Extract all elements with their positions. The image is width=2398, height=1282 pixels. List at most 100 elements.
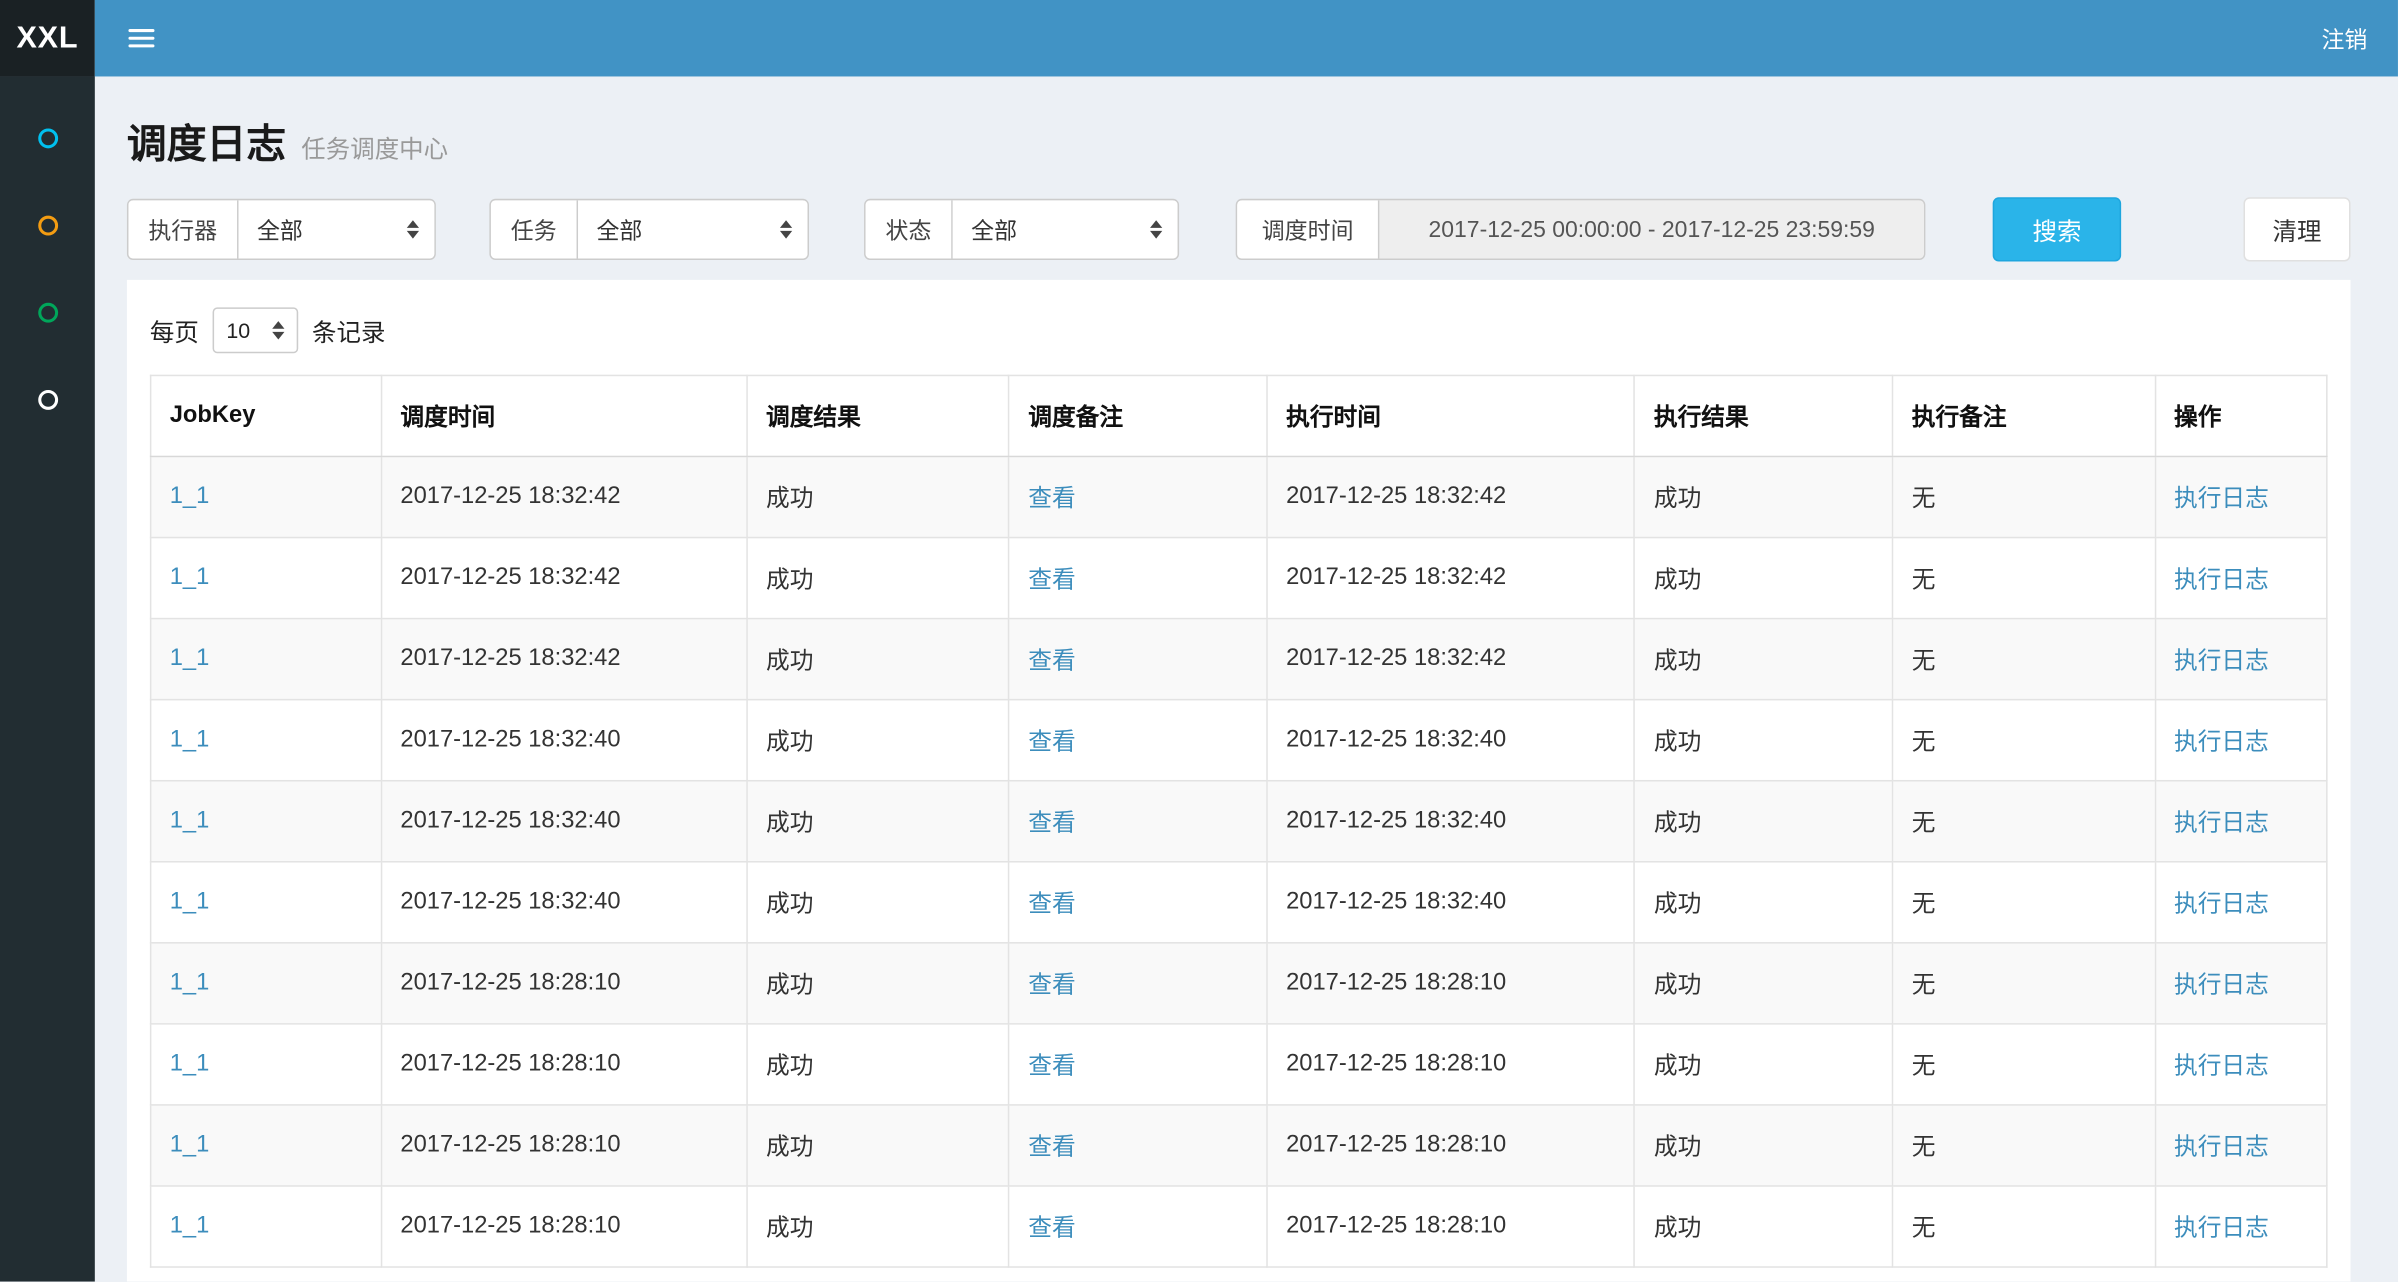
- exec-log-link-cell: 执行日志: [2155, 781, 2327, 862]
- sched-remark-link-cell: 查看: [1009, 1105, 1267, 1186]
- sched-remark-link[interactable]: 查看: [1028, 486, 1075, 512]
- sched-time: 2017-12-25 18:32:42: [381, 538, 747, 619]
- column-header: 执行结果: [1635, 375, 1893, 456]
- job-filter-select[interactable]: 全部: [578, 200, 807, 258]
- exec-log-link[interactable]: 执行日志: [2174, 648, 2269, 674]
- exec-time: 2017-12-25 18:32:40: [1267, 700, 1635, 781]
- jobkey-link-cell: 1_1: [151, 619, 382, 700]
- exec-log-link-cell: 执行日志: [2155, 619, 2327, 700]
- sched-remark-link[interactable]: 查看: [1028, 973, 1075, 999]
- sched-remark-link[interactable]: 查看: [1028, 1135, 1075, 1161]
- exec-remark: 无: [1893, 943, 2155, 1024]
- table-row: 1_12017-12-25 18:28:10成功查看2017-12-25 18:…: [151, 1186, 2327, 1267]
- sidebar-toggle-hamburger-icon[interactable]: [122, 15, 160, 61]
- exec-log-link[interactable]: 执行日志: [2174, 892, 2269, 918]
- column-header: 执行时间: [1267, 375, 1635, 456]
- jobkey-link[interactable]: 1_1: [170, 726, 210, 752]
- jobkey-link[interactable]: 1_1: [170, 807, 210, 833]
- exec-log-link[interactable]: 执行日志: [2174, 729, 2269, 755]
- sched-remark-link[interactable]: 查看: [1028, 1054, 1075, 1080]
- exec-log-link[interactable]: 执行日志: [2174, 567, 2269, 593]
- sched-remark-link[interactable]: 查看: [1028, 892, 1075, 918]
- jobkey-link[interactable]: 1_1: [170, 564, 210, 590]
- search-button[interactable]: 搜索: [1993, 197, 2121, 261]
- sched-remark-link-cell: 查看: [1009, 862, 1267, 943]
- exec-log-link-cell: 执行日志: [2155, 538, 2327, 619]
- log-table: JobKey调度时间调度结果调度备注执行时间执行结果执行备注操作 1_12017…: [150, 375, 2328, 1268]
- exec-log-link-cell: 执行日志: [2155, 862, 2327, 943]
- table-row: 1_12017-12-25 18:32:42成功查看2017-12-25 18:…: [151, 456, 2327, 537]
- exec-time: 2017-12-25 18:28:10: [1267, 1186, 1635, 1267]
- sched-remark-link[interactable]: 查看: [1028, 729, 1075, 755]
- sched-time: 2017-12-25 18:32:40: [381, 700, 747, 781]
- exec-time: 2017-12-25 18:32:42: [1267, 619, 1635, 700]
- sched-remark-link[interactable]: 查看: [1028, 811, 1075, 837]
- app-root: XXL 注销 调度日志任务调度中心 执行器 全部: [0, 0, 2398, 1282]
- jobkey-link[interactable]: 1_1: [170, 1051, 210, 1077]
- executor-filter-select[interactable]: 全部: [239, 200, 435, 258]
- exec-log-link[interactable]: 执行日志: [2174, 811, 2269, 837]
- table-row: 1_12017-12-25 18:32:42成功查看2017-12-25 18:…: [151, 538, 2327, 619]
- logout-link[interactable]: 注销: [2321, 22, 2367, 54]
- clear-button[interactable]: 清理: [2243, 197, 2350, 261]
- select-stepper-icon: [1135, 220, 1163, 238]
- sched-remark-link-cell: 查看: [1009, 1024, 1267, 1105]
- sched-time: 2017-12-25 18:32:40: [381, 781, 747, 862]
- sched-remark-link-cell: 查看: [1009, 1186, 1267, 1267]
- exec-remark: 无: [1893, 619, 2155, 700]
- jobkey-link[interactable]: 1_1: [170, 889, 210, 915]
- sched-remark-link[interactable]: 查看: [1028, 648, 1075, 674]
- sched-remark-link[interactable]: 查看: [1028, 1216, 1075, 1242]
- exec-time: 2017-12-25 18:28:10: [1267, 1105, 1635, 1186]
- exec-result: 成功: [1635, 700, 1893, 781]
- exec-result: 成功: [1635, 456, 1893, 537]
- exec-log-link[interactable]: 执行日志: [2174, 1054, 2269, 1080]
- sched-time: 2017-12-25 18:28:10: [381, 1186, 747, 1267]
- exec-result: 成功: [1635, 538, 1893, 619]
- sidebar-item-job-manage[interactable]: [0, 182, 95, 269]
- exec-log-link-cell: 执行日志: [2155, 1024, 2327, 1105]
- exec-log-link[interactable]: 执行日志: [2174, 1135, 2269, 1161]
- jobkey-link[interactable]: 1_1: [170, 645, 210, 671]
- jobkey-link-cell: 1_1: [151, 1105, 382, 1186]
- circle-o-icon: [37, 128, 57, 148]
- jobkey-link[interactable]: 1_1: [170, 970, 210, 996]
- page-size-value: 10: [226, 318, 250, 342]
- table-row: 1_12017-12-25 18:32:40成功查看2017-12-25 18:…: [151, 862, 2327, 943]
- table-row: 1_12017-12-25 18:28:10成功查看2017-12-25 18:…: [151, 1024, 2327, 1105]
- exec-time: 2017-12-25 18:32:42: [1267, 538, 1635, 619]
- exec-log-link[interactable]: 执行日志: [2174, 973, 2269, 999]
- sched-result: 成功: [747, 538, 1009, 619]
- exec-log-link[interactable]: 执行日志: [2174, 1216, 2269, 1242]
- sidebar-item-job-log[interactable]: [0, 269, 95, 356]
- jobkey-link[interactable]: 1_1: [170, 1132, 210, 1158]
- app-logo[interactable]: XXL: [0, 0, 95, 76]
- top-navbar: XXL 注销: [0, 0, 2398, 76]
- exec-result: 成功: [1635, 1186, 1893, 1267]
- column-header: 操作: [2155, 375, 2327, 456]
- exec-time: 2017-12-25 18:28:10: [1267, 943, 1635, 1024]
- sched-result: 成功: [747, 619, 1009, 700]
- jobkey-link[interactable]: 1_1: [170, 1213, 210, 1239]
- sched-result: 成功: [747, 1024, 1009, 1105]
- sidebar-item-dashboard[interactable]: [0, 95, 95, 182]
- sched-time: 2017-12-25 18:32:40: [381, 862, 747, 943]
- jobkey-link-cell: 1_1: [151, 456, 382, 537]
- page-header: 调度日志任务调度中心: [127, 113, 2351, 170]
- status-filter-select[interactable]: 全部: [953, 200, 1178, 258]
- exec-remark: 无: [1893, 862, 2155, 943]
- page-size-select[interactable]: 10: [213, 307, 299, 353]
- page-size-control: 每页 10 条记录: [150, 292, 2328, 375]
- sidebar-item-executor-manage[interactable]: [0, 356, 95, 443]
- exec-log-link[interactable]: 执行日志: [2174, 486, 2269, 512]
- sched-result: 成功: [747, 1186, 1009, 1267]
- sched-remark-link[interactable]: 查看: [1028, 567, 1075, 593]
- jobkey-link[interactable]: 1_1: [170, 483, 210, 509]
- body-row: 调度日志任务调度中心 执行器 全部 任务 全部: [0, 76, 2398, 1281]
- table-row: 1_12017-12-25 18:28:10成功查看2017-12-25 18:…: [151, 1105, 2327, 1186]
- schedule-time-range-input[interactable]: 2017-12-25 00:00:00 - 2017-12-25 23:59:5…: [1380, 200, 1924, 258]
- sched-remark-link-cell: 查看: [1009, 781, 1267, 862]
- exec-remark: 无: [1893, 781, 2155, 862]
- exec-time: 2017-12-25 18:32:42: [1267, 456, 1635, 537]
- status-filter-label: 状态: [866, 200, 953, 258]
